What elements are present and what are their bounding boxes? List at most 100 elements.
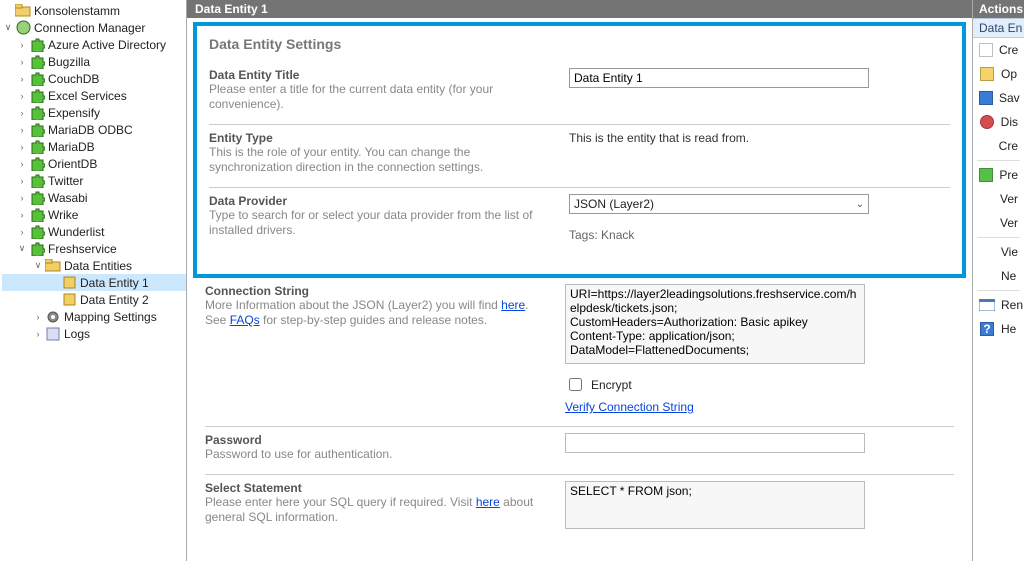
field-data-entity-title: Data Entity Title Please enter a title f…	[209, 62, 950, 125]
chevron-right-icon[interactable]: ›	[16, 193, 28, 203]
chevron-down-icon: ⌄	[856, 199, 864, 210]
verify-connection-link[interactable]: Verify Connection String	[565, 400, 694, 414]
action-label: Sav	[999, 91, 1020, 105]
tree-item-twitter[interactable]: ›Twitter	[2, 172, 186, 189]
highlighted-section: Data Entity Settings Data Entity Title P…	[193, 22, 966, 278]
tree-label: Bugzilla	[46, 55, 90, 69]
twisty-open-icon[interactable]: ∨	[2, 22, 14, 33]
tree-item-wasabi[interactable]: › Wasabi	[2, 189, 186, 206]
tree-item-freshservice[interactable]: ∨ Freshservice	[2, 240, 186, 257]
action-preview[interactable]: Pre	[973, 163, 1024, 187]
chevron-right-icon[interactable]: ›	[32, 329, 44, 339]
chevron-right-icon[interactable]: ›	[16, 159, 28, 169]
gear-icon	[44, 310, 62, 324]
twisty-open-icon[interactable]: ∨	[32, 260, 44, 271]
data-provider-value: JSON (Layer2)	[574, 197, 654, 211]
chevron-right-icon[interactable]: ›	[16, 142, 28, 152]
preview-icon	[979, 167, 993, 183]
field-label: Select Statement	[205, 481, 549, 495]
twisty-open-icon[interactable]: ∨	[16, 243, 28, 254]
folder-icon	[14, 4, 32, 17]
puzzle-icon	[28, 241, 46, 256]
action-save[interactable]: Sav	[973, 86, 1024, 110]
action-label: Pre	[999, 168, 1018, 182]
tree-label: Wrike	[46, 208, 78, 222]
tree-label: Wasabi	[46, 191, 88, 205]
connection-faqs-link[interactable]: FAQs	[230, 313, 260, 327]
tree-item-excel-services[interactable]: ›Excel Services	[2, 87, 186, 104]
tree-item-mariadb[interactable]: › MariaDB	[2, 138, 186, 155]
data-entity-title-input[interactable]	[569, 68, 869, 88]
chevron-right-icon[interactable]: ›	[16, 57, 28, 67]
discard-icon	[979, 114, 995, 130]
encrypt-checkbox[interactable]	[569, 378, 582, 391]
tree-label: Logs	[62, 327, 90, 341]
tree-data-entity-1[interactable]: Data Entity 1	[2, 274, 186, 291]
separator	[977, 160, 1020, 161]
tree-root[interactable]: Konsolenstamm	[2, 2, 186, 19]
action-create[interactable]: Cre	[973, 38, 1024, 62]
password-input[interactable]	[565, 433, 865, 453]
chevron-right-icon[interactable]: ›	[32, 312, 44, 322]
puzzle-icon	[28, 156, 46, 171]
logs-icon	[44, 327, 62, 341]
tree-item-orientdb[interactable]: ›OrientDB	[2, 155, 186, 172]
puzzle-icon	[28, 207, 46, 222]
connection-string-textarea[interactable]	[565, 284, 865, 364]
chevron-right-icon[interactable]: ›	[16, 176, 28, 186]
action-label: He	[1001, 322, 1016, 336]
chevron-right-icon[interactable]: ›	[16, 108, 28, 118]
select-statement-textarea[interactable]	[565, 481, 865, 529]
actions-subheader: Data En	[973, 18, 1024, 38]
chevron-right-icon[interactable]: ›	[16, 91, 28, 101]
connection-here-link[interactable]: here	[501, 298, 525, 312]
tree-label: Expensify	[46, 106, 100, 120]
chevron-right-icon[interactable]: ›	[16, 125, 28, 135]
field-label: Data Entity Title	[209, 68, 553, 82]
tree-label: Wunderlist	[46, 225, 104, 239]
chevron-right-icon[interactable]: ›	[16, 40, 28, 50]
tree-label: MariaDB	[46, 140, 95, 154]
puzzle-icon	[28, 37, 46, 52]
help-icon: ?	[979, 321, 995, 337]
action-verify1[interactable]: Ver	[973, 187, 1024, 211]
tree-item-bugzilla[interactable]: › Bugzilla	[2, 53, 186, 70]
separator	[977, 290, 1020, 291]
tree: Konsolenstamm ∨ Connection Manager ›Azur…	[0, 0, 186, 342]
tree-item-wunderlist[interactable]: › Wunderlist	[2, 223, 186, 240]
tree-item-wrike[interactable]: › Wrike	[2, 206, 186, 223]
chevron-right-icon[interactable]: ›	[16, 210, 28, 220]
action-label: Ne	[1001, 269, 1016, 283]
action-new[interactable]: Ne	[973, 264, 1024, 288]
tree-data-entity-2[interactable]: Data Entity 2	[2, 291, 186, 308]
action-discard[interactable]: Dis	[973, 110, 1024, 134]
tree-data-entities[interactable]: ∨ Data Entities	[2, 257, 186, 274]
save-icon	[979, 90, 993, 106]
action-rename[interactable]: Ren	[973, 293, 1024, 317]
action-verify2[interactable]: Ver	[973, 211, 1024, 235]
data-provider-select[interactable]: JSON (Layer2) ⌄	[569, 194, 869, 214]
blank-icon	[979, 244, 995, 260]
tree-item-azure-active-directory[interactable]: ›Azure Active Directory	[2, 36, 186, 53]
tree-item-expensify[interactable]: › Expensify	[2, 104, 186, 121]
field-desc: Please enter here your SQL query if requ…	[205, 495, 549, 525]
tree-label: Freshservice	[46, 242, 117, 256]
select-here-link[interactable]: here	[476, 495, 500, 509]
field-desc: More Information about the JSON (Layer2)…	[205, 298, 549, 328]
data-provider-tags: Tags: Knack	[569, 228, 950, 242]
chevron-right-icon[interactable]: ›	[16, 227, 28, 237]
action-create2[interactable]: Cre	[973, 134, 1024, 158]
tree-item-couchdb[interactable]: ›CouchDB	[2, 70, 186, 87]
action-help[interactable]: ? He	[973, 317, 1024, 341]
tree-item-mariadb-odbc[interactable]: ›MariaDB ODBC	[2, 121, 186, 138]
tree-label: Connection Manager	[32, 21, 145, 35]
tree-logs[interactable]: › Logs	[2, 325, 186, 342]
action-label: Ver	[1000, 216, 1018, 230]
section-title: Data Entity Settings	[209, 36, 950, 52]
tree-mapping-settings[interactable]: › Mapping Settings	[2, 308, 186, 325]
action-view[interactable]: Vie	[973, 240, 1024, 264]
action-open[interactable]: Op	[973, 62, 1024, 86]
tree-connection-manager[interactable]: ∨ Connection Manager	[2, 19, 186, 36]
lower-section: Connection String More Information about…	[187, 278, 972, 544]
chevron-right-icon[interactable]: ›	[16, 74, 28, 84]
